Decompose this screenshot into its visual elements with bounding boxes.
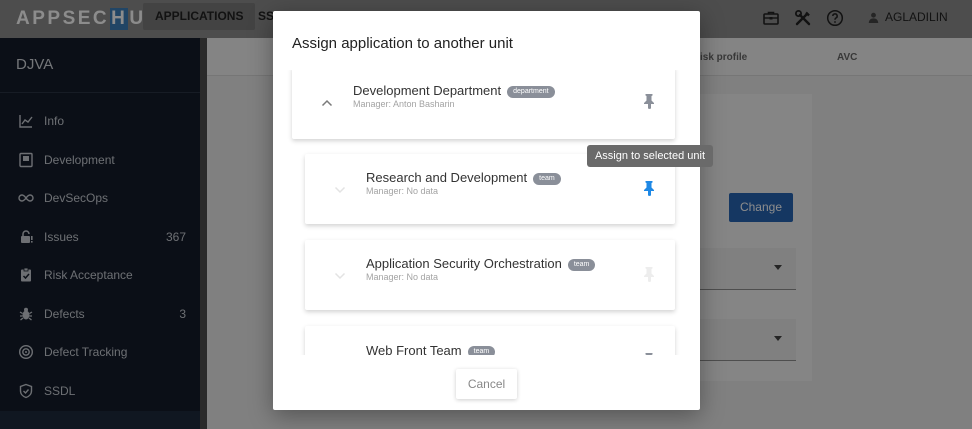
unit-name: Application Security Orchestration <box>366 256 562 271</box>
unit-name: Development Department <box>353 83 502 98</box>
unit-card-development-department[interactable]: Development Department department Manager… <box>292 70 675 139</box>
unit-manager: Manager: No data <box>366 186 439 196</box>
unit-title: Application Security Orchestration team <box>366 256 596 271</box>
unit-card-application-security-orchestration[interactable]: Application Security Orchestration team M… <box>305 240 675 310</box>
cancel-button[interactable]: Cancel <box>456 369 517 399</box>
assign-unit-dialog: Assign application to another unit Devel… <box>273 11 700 410</box>
assign-tooltip: Assign to selected unit <box>587 145 713 167</box>
unit-tree-list[interactable]: Development Department department Manager… <box>273 70 700 355</box>
chevron-down-icon[interactable] <box>334 186 346 194</box>
unit-type-badge: team <box>567 259 596 271</box>
pin-icon[interactable] <box>642 93 656 109</box>
unit-name: Research and Development <box>366 170 528 185</box>
unit-name: Web Front Team <box>366 343 462 355</box>
unit-type-badge: team <box>533 173 561 185</box>
unit-manager: Manager: No data <box>366 272 439 282</box>
pin-icon[interactable] <box>642 180 656 196</box>
unit-title: Web Front Team team <box>366 343 496 355</box>
chevron-up-icon[interactable] <box>321 99 333 107</box>
unit-title: Development Department department <box>353 83 555 98</box>
chevron-down-icon[interactable] <box>334 272 346 280</box>
pin-icon[interactable] <box>642 266 656 282</box>
unit-manager: Manager: Anton Basharin <box>353 99 455 109</box>
dialog-title: Assign application to another unit <box>292 35 513 52</box>
dialog-footer: Cancel <box>273 355 700 410</box>
unit-title: Research and Development team <box>366 170 561 185</box>
unit-card-web-front-team[interactable]: Web Front Team team <box>305 326 675 355</box>
unit-type-badge: department <box>507 86 555 98</box>
unit-type-badge: team <box>467 346 496 355</box>
